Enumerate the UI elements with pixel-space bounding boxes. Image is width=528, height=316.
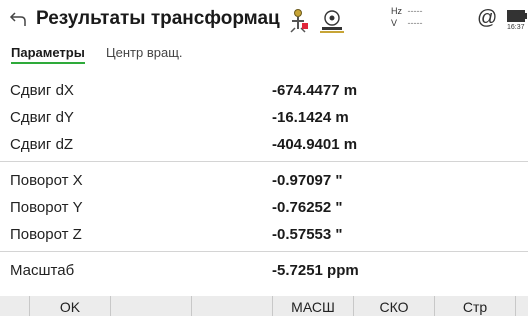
row-label: Сдвиг dY [10,109,74,126]
row-value: -16.1424 m [272,109,349,126]
v-value: ----- [407,18,423,28]
rms-button[interactable]: СКО [353,296,434,316]
prism-target-icon[interactable] [287,8,309,34]
softkey-spacer [515,296,528,316]
row-label: Масштаб [10,262,75,279]
tab-rotation-center[interactable]: Центр вращ. [106,45,183,60]
row-value: -0.57553 " [272,226,343,243]
hz-label: Hz [391,6,402,16]
softkey-empty-2[interactable] [110,296,191,316]
row-value: -404.9401 m [272,136,358,153]
title-bar: Результаты трансформац Hz ----- V ----- … [0,0,528,40]
row-value: -5.7251 ppm [272,262,359,279]
page-button[interactable]: Стр [434,296,515,316]
row-label: Сдвиг dZ [10,136,74,153]
row-value: -674.4477 m [272,82,358,99]
ok-button[interactable]: OK [29,296,110,316]
clock-time: 16:37 [507,24,525,31]
softkey-spacer [0,296,29,316]
list-item[interactable]: Сдвиг dZ -404.9401 m [0,131,528,158]
list-item[interactable]: Поворот Z -0.57553 " [0,221,528,248]
page-title: Результаты трансформац [36,8,280,29]
row-label: Поворот Y [10,199,83,216]
row-label: Поворот Z [10,226,82,243]
tab-parameters[interactable]: Параметры [11,45,85,64]
list-item[interactable]: Поворот X -0.97097 " [0,167,528,194]
list-item[interactable]: Сдвиг dY -16.1424 m [0,104,528,131]
softkey-empty-3[interactable] [191,296,272,316]
softkey-bar: OK МАСШ СКО Стр [0,296,528,316]
row-value: -0.97097 " [272,172,343,189]
back-icon[interactable] [8,9,28,29]
divider [0,251,528,252]
row-label: Сдвиг dX [10,82,74,99]
row-value: -0.76252 " [272,199,343,216]
list-item[interactable]: Сдвиг dX -674.4477 m [0,77,528,104]
list-item[interactable]: Поворот Y -0.76252 " [0,194,528,221]
hz-v-readout: Hz ----- V ----- [391,5,423,29]
hz-value: ----- [407,6,423,16]
list-item[interactable]: Масштаб -5.7251 ppm [0,257,528,284]
divider [0,161,528,162]
v-label: V [391,18,398,28]
row-label: Поворот X [10,172,83,189]
at-symbol[interactable]: @ [477,7,497,30]
scale-button[interactable]: МАСШ [272,296,353,316]
instrument-icon[interactable] [318,8,346,34]
tab-bar: Параметры Центр вращ. [0,40,528,66]
